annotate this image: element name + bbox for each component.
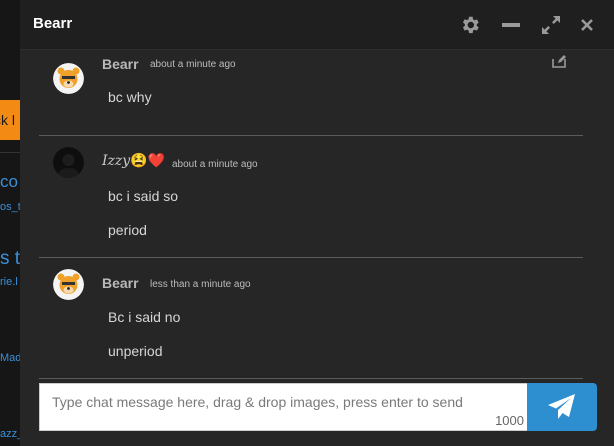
background-link[interactable]: s t: [0, 248, 20, 270]
bear-avatar[interactable]: [53, 269, 84, 300]
chat-title: Bearr: [33, 15, 73, 32]
message-item: Izzy😫❤️ about a minute ago bc i said so …: [39, 136, 583, 258]
background-link[interactable]: azz_: [0, 428, 20, 440]
message-text: bc i said so: [108, 188, 179, 204]
message-time: less than a minute ago: [150, 279, 251, 290]
message-item: Bearr about a minute ago bc why: [39, 50, 583, 136]
bear-avatar[interactable]: [53, 63, 84, 94]
message-text: bc why: [108, 89, 152, 105]
background-divider: [0, 152, 20, 153]
settings-button[interactable]: [458, 13, 482, 37]
background-button[interactable]: ck l: [0, 100, 20, 140]
minimize-button[interactable]: [499, 13, 523, 37]
message-list[interactable]: Bearr about a minute ago bc why Izzy😫❤️ …: [20, 50, 614, 380]
message-author[interactable]: Bearr: [102, 275, 139, 291]
background-link[interactable]: rie.l: [0, 276, 20, 288]
chat-header: Bearr: [20, 0, 614, 50]
edit-button[interactable]: [552, 54, 566, 73]
send-button[interactable]: [527, 383, 597, 431]
message-composer: 1000: [39, 383, 529, 431]
background-page: [0, 0, 20, 446]
expand-icon: [542, 16, 560, 34]
message-text: unperiod: [108, 343, 163, 359]
message-text: Bc i said no: [108, 309, 181, 325]
chat-window: Bearr Bearr about a minute ago bc why Iz…: [20, 0, 614, 446]
message-time: about a minute ago: [150, 59, 236, 70]
close-button[interactable]: [575, 13, 599, 37]
expand-button[interactable]: [539, 13, 563, 37]
background-link[interactable]: co: [0, 172, 20, 192]
chat-message-input[interactable]: [52, 394, 512, 410]
close-icon: [581, 19, 593, 31]
message-author[interactable]: Izzy😫❤️: [102, 153, 165, 169]
author-name: Izzy: [102, 153, 131, 169]
message-author[interactable]: Bearr: [102, 56, 139, 72]
char-counter: 1000: [495, 413, 524, 428]
message-time: about a minute ago: [172, 159, 258, 170]
gear-icon: [462, 16, 479, 34]
background-link[interactable]: os_t: [0, 201, 20, 213]
edit-icon: [552, 55, 566, 68]
minimize-icon: [502, 23, 520, 27]
message-item: Bearr less than a minute ago Bc i said n…: [39, 258, 583, 379]
message-text: period: [108, 222, 147, 238]
dark-avatar[interactable]: [53, 147, 84, 178]
author-emoji: 😫❤️: [130, 153, 166, 169]
paper-plane-icon: [548, 394, 575, 419]
background-link[interactable]: Mad: [0, 352, 20, 364]
